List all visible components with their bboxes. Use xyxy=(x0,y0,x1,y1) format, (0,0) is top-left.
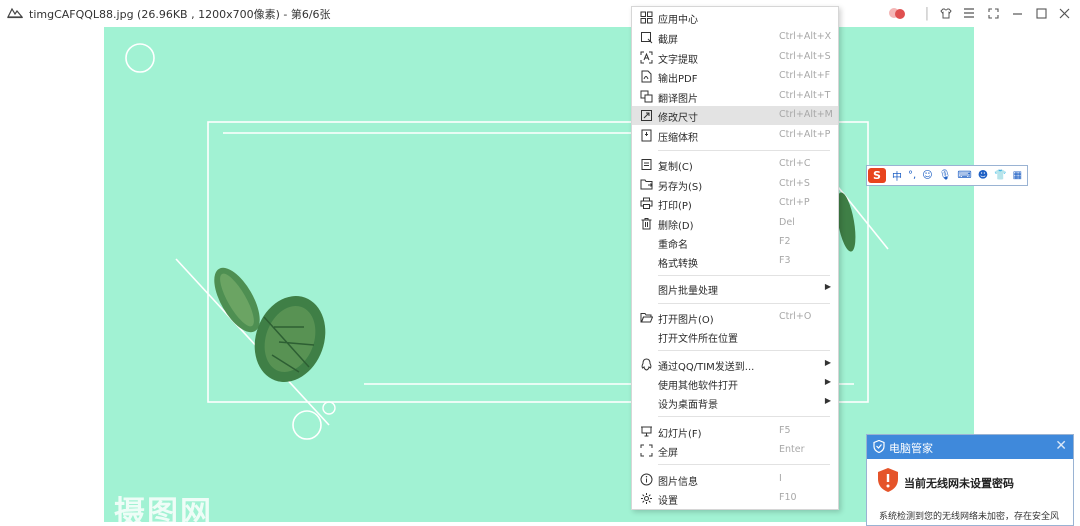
menu-item-fullscreen[interactable]: 全屏 Enter xyxy=(632,441,838,460)
menu-item-rename[interactable]: 重命名 F2 xyxy=(632,233,838,252)
user-icon[interactable]: ☻ xyxy=(978,170,988,181)
delete-icon xyxy=(641,218,652,230)
context-menu[interactable]: 应用中心 截屏 Ctrl+Alt+X 文字提取 Ctrl+Alt+S 输出PDF… xyxy=(631,6,839,510)
toast-header: 电脑管家 ✕ xyxy=(867,435,1073,459)
ime-toolbar[interactable]: S 中 °, ☺ 🎙 ⌨ ☻ 👕 ▦ xyxy=(866,165,1028,186)
minimize-icon[interactable] xyxy=(1008,4,1026,22)
menu-item-delete[interactable]: 删除(D) Del xyxy=(632,214,838,233)
menu-separator xyxy=(658,150,830,151)
toast-app-name: 电脑管家 xyxy=(889,442,933,455)
app-center-icon xyxy=(640,11,653,24)
menu-item-send-via-qq[interactable]: 通过QQ/TIM发送到... ▶ xyxy=(632,355,838,374)
skin-icon[interactable]: 👕 xyxy=(994,170,1006,181)
menu-item-save-as[interactable]: 另存为(S) Ctrl+S xyxy=(632,175,838,194)
cloud-icon[interactable] xyxy=(888,4,906,22)
menu-item-open-with[interactable]: 使用其他软件打开 ▶ xyxy=(632,374,838,393)
menu-separator xyxy=(658,350,830,351)
shield-icon xyxy=(873,440,885,453)
menu-item-app-center[interactable]: 应用中心 xyxy=(632,8,838,27)
menu-item-open-file-location[interactable]: 打开文件所在位置 xyxy=(632,327,838,346)
menu-item-resize[interactable]: 修改尺寸 Ctrl+Alt+M xyxy=(632,106,838,125)
menu-separator xyxy=(658,303,830,304)
fullscreen-icon xyxy=(640,444,653,457)
menu-item-convert-format[interactable]: 格式转换 F3 xyxy=(632,252,838,271)
displayed-image[interactable]: 摄图网 xyxy=(104,27,974,522)
ime-punct-toggle[interactable]: °, xyxy=(908,170,916,181)
menu-item-print[interactable]: 打印(P) Ctrl+P xyxy=(632,194,838,213)
emoji-icon[interactable]: ☺ xyxy=(922,170,932,181)
menu-item-copy[interactable]: 复制(C) Ctrl+C xyxy=(632,155,838,174)
info-icon xyxy=(640,473,653,486)
menu-item-compress[interactable]: 压缩体积 Ctrl+Alt+P xyxy=(632,126,838,145)
screenshot-icon xyxy=(641,32,653,44)
menu-item-slideshow[interactable]: 幻灯片(F) F5 xyxy=(632,422,838,441)
print-icon xyxy=(640,197,653,209)
qq-icon xyxy=(641,358,652,371)
menu-item-ocr[interactable]: 文字提取 Ctrl+Alt+S xyxy=(632,48,838,67)
open-folder-icon xyxy=(640,313,653,323)
close-icon[interactable] xyxy=(1055,4,1073,22)
submenu-arrow-icon: ▶ xyxy=(824,396,831,405)
slideshow-icon xyxy=(641,426,652,437)
maximize-icon[interactable] xyxy=(1032,4,1050,22)
menu-separator xyxy=(658,416,830,417)
security-toast[interactable]: 电脑管家 ✕ 当前无线网未设置密码 系统检测到您的无线网络未加密，存在安全风 xyxy=(866,434,1074,526)
menu-item-batch-process[interactable]: 图片批量处理 ▶ xyxy=(632,279,838,298)
close-icon[interactable]: ✕ xyxy=(1055,438,1067,454)
save-as-icon xyxy=(640,179,653,190)
window-title: timgCAFQQL88.jpg (26.96KB , 1200x700像素) … xyxy=(29,8,331,21)
toast-body: 系统检测到您的无线网络未加密，存在安全风 xyxy=(879,512,1060,522)
menu-item-settings[interactable]: 设置 F10 xyxy=(632,489,838,508)
menu-icon[interactable] xyxy=(960,4,978,22)
warning-shield-icon xyxy=(878,468,898,492)
menu-separator xyxy=(658,464,830,465)
image-viewer-icon xyxy=(7,7,23,19)
compress-icon xyxy=(641,129,652,142)
ime-mode-toggle[interactable]: 中 xyxy=(892,168,902,183)
translate-icon xyxy=(640,90,653,103)
menu-item-set-wallpaper[interactable]: 设为桌面背景 ▶ xyxy=(632,393,838,412)
toast-headline: 当前无线网未设置密码 xyxy=(904,477,1014,490)
copy-icon xyxy=(641,159,652,170)
sogou-logo-icon[interactable]: S xyxy=(868,168,886,183)
submenu-arrow-icon: ▶ xyxy=(824,282,831,291)
menu-item-screenshot[interactable]: 截屏 Ctrl+Alt+X xyxy=(632,28,838,47)
image-watermark: 摄图网 xyxy=(114,495,213,522)
menu-item-export-pdf[interactable]: 输出PDF Ctrl+Alt+F xyxy=(632,67,838,86)
image-artwork xyxy=(125,43,889,440)
ocr-icon xyxy=(640,51,653,64)
submenu-arrow-icon: ▶ xyxy=(824,377,831,386)
mic-icon[interactable]: 🎙 xyxy=(939,170,952,181)
settings-icon xyxy=(641,493,652,504)
title-bar: timgCAFQQL88.jpg (26.96KB , 1200x700像素) … xyxy=(0,0,1080,27)
submenu-arrow-icon: ▶ xyxy=(824,358,831,367)
fullscreen-toggle-icon[interactable] xyxy=(984,4,1002,22)
menu-item-open-image[interactable]: 打开图片(O) Ctrl+O xyxy=(632,308,838,327)
toolbox-icon[interactable]: ▦ xyxy=(1013,170,1022,181)
menu-item-image-info[interactable]: 图片信息 I xyxy=(632,470,838,489)
shirt-icon[interactable] xyxy=(937,4,955,22)
keyboard-icon[interactable]: ⌨ xyxy=(957,170,971,181)
resize-icon xyxy=(641,110,652,121)
divider-icon: | xyxy=(924,5,930,21)
pdf-icon xyxy=(641,70,652,83)
menu-item-translate[interactable]: 翻译图片 Ctrl+Alt+T xyxy=(632,87,838,106)
menu-separator xyxy=(658,275,830,276)
